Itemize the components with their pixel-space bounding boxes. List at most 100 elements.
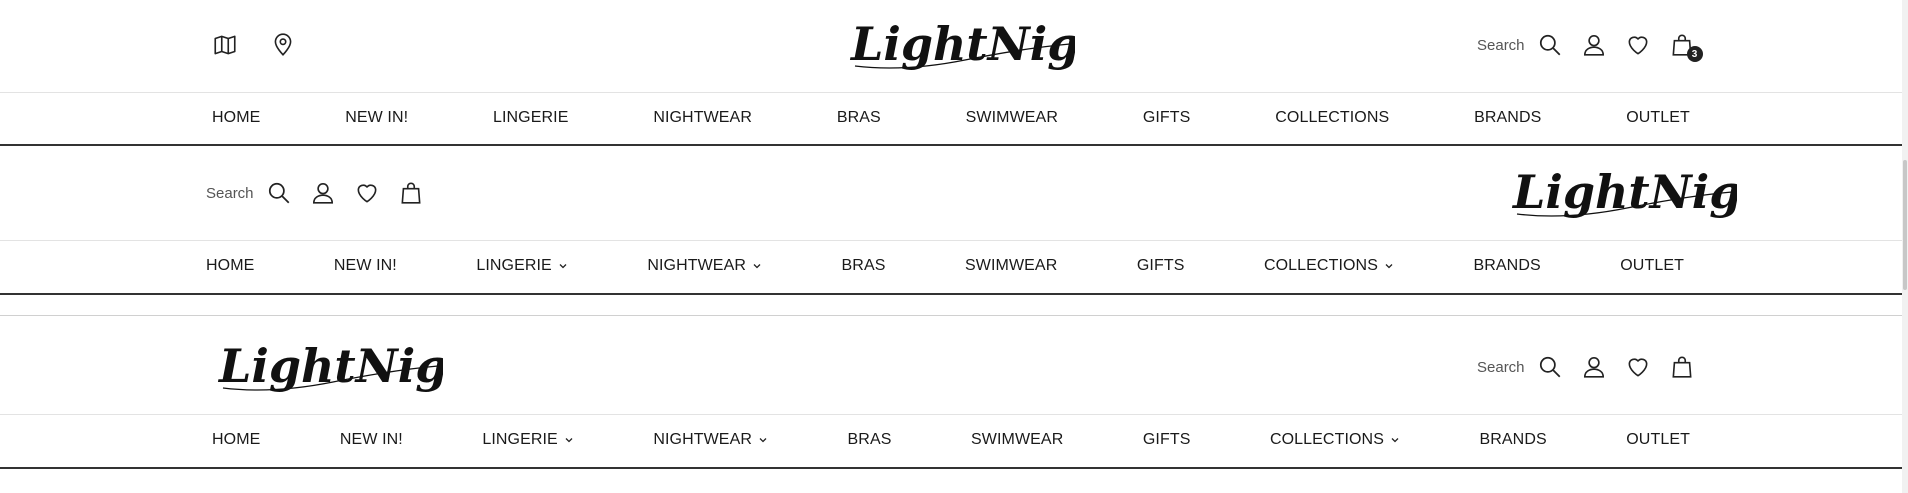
nav-item-brands[interactable]: BRANDS — [1479, 431, 1546, 449]
map-icon[interactable] — [210, 30, 240, 60]
user-icon[interactable] — [308, 178, 338, 208]
nav-item-brands[interactable]: BRANDS — [1474, 109, 1541, 127]
nav-item-label: LINGERIE — [482, 431, 558, 448]
header-3-bottom-rule — [0, 467, 1902, 469]
nav-item-outlet[interactable]: OUTLET — [1626, 431, 1690, 449]
nav-item-swimwear[interactable]: SWIMWEAR — [966, 109, 1058, 127]
nav-item-collections[interactable]: COLLECTIONS — [1264, 257, 1394, 275]
nav-item-label: LINGERIE — [476, 257, 552, 274]
header-3-right-icons: Search — [1477, 352, 1697, 382]
nav-item-label: NEW IN! — [345, 109, 409, 126]
chevron-down-icon[interactable] — [1390, 435, 1400, 445]
nav-item-collections[interactable]: COLLECTIONS — [1275, 109, 1389, 127]
chevron-down-icon[interactable] — [1384, 261, 1394, 271]
search-icon[interactable] — [264, 178, 294, 208]
user-icon[interactable] — [1579, 30, 1609, 60]
nav-item-bras[interactable]: BRAS — [837, 109, 881, 127]
nav-item-collections[interactable]: COLLECTIONS — [1270, 431, 1400, 449]
site-logo[interactable]: LightNight — [1507, 162, 1737, 228]
nav-item-home[interactable]: HOME — [206, 257, 254, 275]
nav-item-label: GIFTS — [1142, 109, 1191, 126]
scrollbar-thumb[interactable] — [1903, 160, 1907, 290]
nav-item-label: BRAS — [836, 109, 881, 126]
nav-item-bras[interactable]: BRAS — [842, 257, 886, 275]
nav-item-label: BRAS — [847, 431, 892, 448]
nav-item-label: COLLECTIONS — [1263, 257, 1378, 274]
header-1-left-icons — [210, 30, 298, 60]
shopping-bag-icon[interactable] — [396, 178, 426, 208]
nav-item-new-in[interactable]: NEW IN! — [334, 257, 397, 275]
nav-item-nightwear[interactable]: NIGHTWEAR — [647, 257, 762, 275]
nav-item-label: COLLECTIONS — [1275, 109, 1390, 126]
nav-item-swimwear[interactable]: SWIMWEAR — [965, 257, 1057, 275]
header-2-top-bar: Search LightNight — [0, 148, 1902, 240]
nav-item-label: NIGHTWEAR — [653, 109, 752, 126]
nav-item-outlet[interactable]: OUTLET — [1620, 257, 1684, 275]
header-3-nav: HOME NEW IN! LINGERIE NIGHTWEAR BRAS SWIMWEAR… — [0, 414, 1902, 465]
heart-icon[interactable] — [1623, 30, 1653, 60]
nav-item-outlet[interactable]: OUTLET — [1626, 109, 1690, 127]
nav-item-brands[interactable]: BRANDS — [1473, 257, 1540, 275]
search-icon[interactable] — [1535, 30, 1565, 60]
search-icon[interactable] — [1535, 352, 1565, 382]
nav-item-swimwear[interactable]: SWIMWEAR — [971, 431, 1063, 449]
nav-item-bras[interactable]: BRAS — [848, 431, 892, 449]
header-2-nav: HOME NEW IN! LINGERIE NIGHTWEAR BRAS SWIMWEAR… — [0, 240, 1902, 291]
nav-item-label: SWIMWEAR — [965, 109, 1058, 126]
header-1-bottom-rule — [0, 144, 1902, 146]
nav-item-label: SWIMWEAR — [971, 431, 1064, 448]
nav-item-label: COLLECTIONS — [1269, 431, 1384, 448]
nav-item-label: NIGHTWEAR — [653, 431, 753, 448]
nav-item-lingerie[interactable]: LINGERIE — [476, 257, 568, 275]
shopping-bag-icon[interactable] — [1667, 352, 1697, 382]
chevron-down-icon[interactable] — [758, 435, 768, 445]
nav-item-gifts[interactable]: GIFTS — [1137, 257, 1185, 275]
search-label[interactable]: Search — [1477, 37, 1525, 54]
nav-item-label: SWIMWEAR — [965, 257, 1058, 274]
logo-text: LightNight — [217, 339, 443, 393]
chevron-down-icon[interactable] — [752, 261, 762, 271]
nav-item-label: NIGHTWEAR — [647, 257, 747, 274]
chevron-down-icon[interactable] — [564, 435, 574, 445]
search-label[interactable]: Search — [1477, 359, 1525, 376]
heart-icon[interactable] — [1623, 352, 1653, 382]
nav-item-label: NEW IN! — [339, 431, 403, 448]
page-scrollbar[interactable] — [1902, 0, 1908, 493]
nav-item-lingerie[interactable]: LINGERIE — [482, 431, 574, 449]
nav-item-nightwear[interactable]: NIGHTWEAR — [653, 431, 768, 449]
nav-item-label: BRANDS — [1479, 431, 1547, 448]
nav-item-gifts[interactable]: GIFTS — [1143, 431, 1191, 449]
nav-item-lingerie[interactable]: LINGERIE — [493, 109, 569, 127]
nav-item-home[interactable]: HOME — [212, 109, 260, 127]
header-3-top-bar: LightNight Search — [0, 322, 1902, 414]
nav-item-label: NEW IN! — [333, 257, 397, 274]
cart-count-badge: 3 — [1686, 46, 1703, 62]
logo-text: LightNight — [1511, 165, 1737, 219]
nav-item-label: GIFTS — [1142, 431, 1191, 448]
nav-item-label: GIFTS — [1136, 257, 1185, 274]
heart-icon[interactable] — [352, 178, 382, 208]
site-logo[interactable]: LightNight — [213, 336, 443, 402]
header-2-bottom-rule — [0, 293, 1902, 295]
nav-item-label: HOME — [212, 109, 261, 126]
nav-item-label: BRAS — [841, 257, 886, 274]
nav-item-label: OUTLET — [1626, 431, 1690, 448]
shopping-bag-icon[interactable]: 3 — [1667, 30, 1703, 62]
nav-item-gifts[interactable]: GIFTS — [1143, 109, 1191, 127]
location-pin-icon[interactable] — [268, 30, 298, 60]
site-logo[interactable]: LightNight — [845, 14, 1075, 80]
nav-item-label: BRANDS — [1474, 109, 1542, 126]
user-icon[interactable] — [1579, 352, 1609, 382]
nav-item-new-in[interactable]: NEW IN! — [345, 109, 408, 127]
nav-item-home[interactable]: HOME — [212, 431, 260, 449]
nav-item-label: BRANDS — [1473, 257, 1541, 274]
header-1-nav: HOME NEW IN! LINGERIE NIGHTWEAR BRAS SWIMWEAR… — [0, 92, 1902, 143]
search-label[interactable]: Search — [206, 185, 254, 202]
header-variant-3: LightNight Search HOME NEW IN! LINGERIE NIG… — [0, 322, 1902, 469]
nav-item-label: OUTLET — [1620, 257, 1684, 274]
chevron-down-icon[interactable] — [558, 261, 568, 271]
section-divider — [0, 315, 1902, 316]
header-1-right-icons: Search 3 — [1477, 30, 1703, 62]
nav-item-new-in[interactable]: NEW IN! — [340, 431, 403, 449]
nav-item-nightwear[interactable]: NIGHTWEAR — [653, 109, 752, 127]
